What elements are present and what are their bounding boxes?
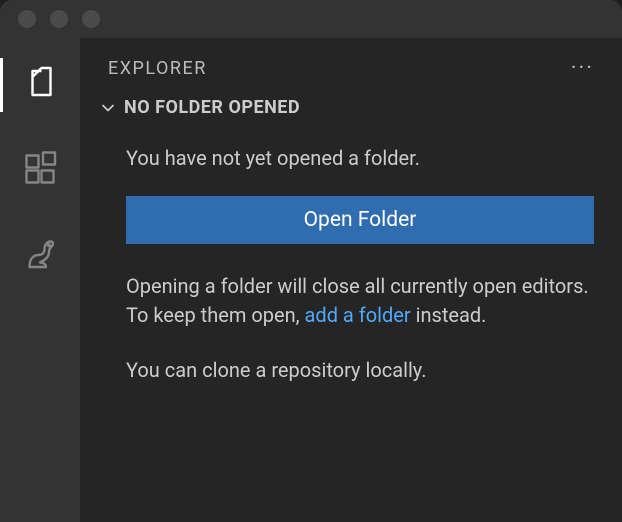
sidebar: EXPLORER ··· NO FOLDER OPENED You have n…: [80, 38, 622, 522]
editor-window: EXPLORER ··· NO FOLDER OPENED You have n…: [0, 0, 622, 522]
chevron-down-icon: [98, 98, 118, 118]
extensions-activity[interactable]: [0, 144, 80, 198]
explorer-activity[interactable]: [0, 58, 80, 112]
activity-bar: [0, 38, 80, 522]
close-window-button[interactable]: [18, 10, 36, 28]
section-header[interactable]: NO FOLDER OPENED: [80, 95, 622, 130]
minimize-window-button[interactable]: [50, 10, 68, 28]
sidebar-title: EXPLORER: [108, 58, 207, 79]
section-title: NO FOLDER OPENED: [124, 97, 300, 118]
clone-repo-message: You can clone a repository locally.: [126, 356, 594, 385]
sidebar-header: EXPLORER ···: [80, 56, 622, 95]
squirrel-icon: [22, 237, 58, 277]
closing-msg-post: instead.: [411, 303, 487, 327]
files-icon: [22, 65, 58, 105]
explorer-content: You have not yet opened a folder. Open F…: [80, 130, 622, 385]
main-area: EXPLORER ··· NO FOLDER OPENED You have n…: [0, 38, 622, 522]
no-folder-message: You have not yet opened a folder.: [126, 144, 594, 172]
closing-editors-message: Opening a folder will close all currentl…: [126, 272, 594, 330]
maximize-window-button[interactable]: [82, 10, 100, 28]
titlebar: [0, 0, 622, 38]
open-folder-button[interactable]: Open Folder: [126, 196, 594, 244]
more-actions-button[interactable]: ···: [567, 56, 598, 81]
extensions-icon: [22, 151, 58, 191]
squirrel-activity[interactable]: [0, 230, 80, 284]
add-folder-link[interactable]: add a folder: [305, 303, 411, 327]
